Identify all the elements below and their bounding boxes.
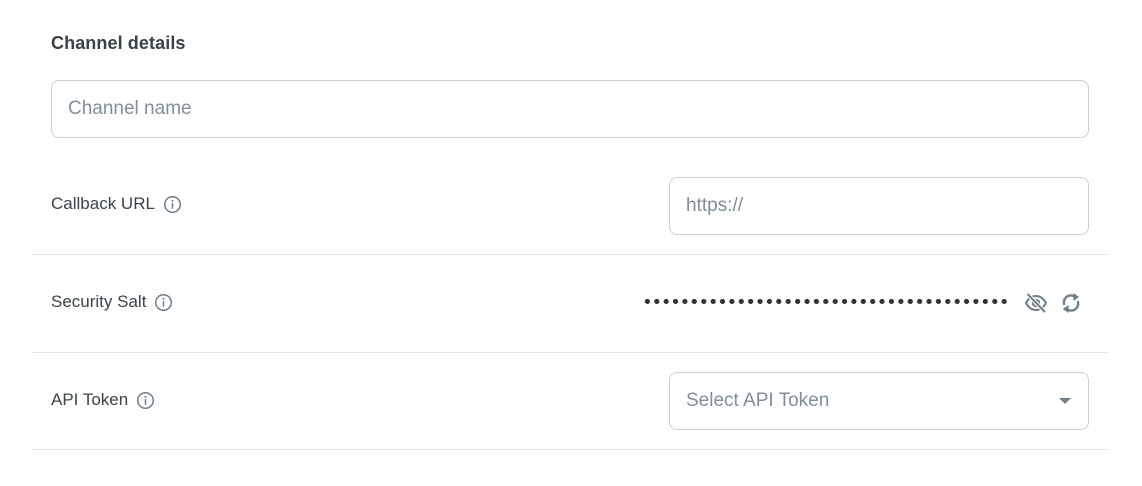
refresh-icon (1062, 293, 1080, 313)
callback-url-input[interactable] (686, 195, 1088, 217)
api-token-select-placeholder: Select API Token (686, 390, 830, 411)
eye-off-icon (1024, 293, 1048, 313)
info-icon[interactable] (136, 391, 155, 410)
api-token-select[interactable]: Select API Token (669, 372, 1089, 430)
api-token-label-group: API Token (51, 390, 155, 410)
callback-url-field[interactable] (669, 177, 1089, 235)
callback-url-label-group: Callback URL (51, 194, 182, 214)
divider (31, 449, 1109, 450)
section-title: Channel details (51, 33, 186, 53)
divider (31, 352, 1109, 353)
security-salt-label-group: Security Salt (51, 292, 173, 312)
info-icon[interactable] (154, 293, 173, 312)
security-salt-label: Security Salt (51, 292, 147, 311)
regenerate-salt-button[interactable] (1058, 290, 1084, 316)
toggle-visibility-button[interactable] (1023, 290, 1049, 316)
info-icon[interactable] (163, 195, 182, 214)
security-salt-value: ••••••••••••••••••••••••••••••••••••••••… (642, 292, 1008, 313)
channel-name-field[interactable] (51, 80, 1089, 138)
callback-url-label: Callback URL (51, 194, 155, 213)
divider (31, 254, 1109, 255)
channel-name-input[interactable] (68, 98, 1088, 120)
api-token-label: API Token (51, 390, 129, 409)
chevron-down-icon (1059, 398, 1071, 404)
